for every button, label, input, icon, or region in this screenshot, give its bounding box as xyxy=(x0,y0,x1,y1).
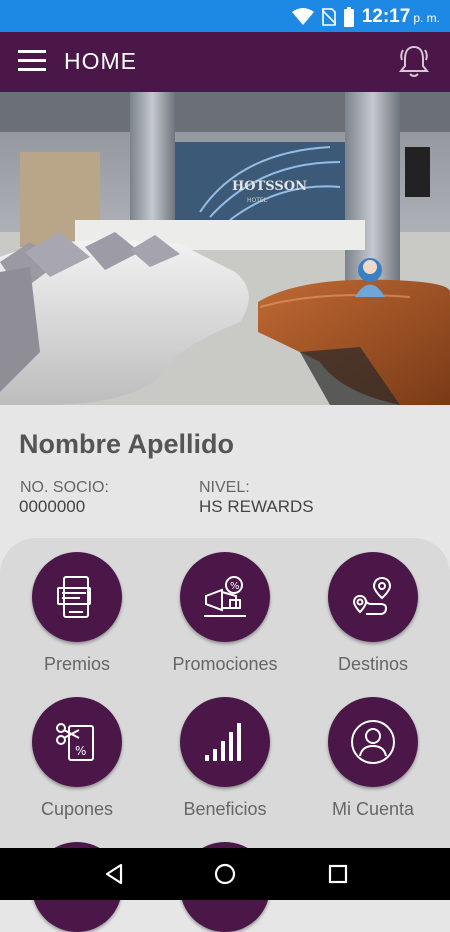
clock-time: 12:17 xyxy=(361,6,411,27)
promociones-button[interactable]: % xyxy=(180,552,270,642)
app-bar: HOME xyxy=(0,32,450,92)
menu-grid: Premios % Promociones Destinos % Cupones… xyxy=(0,538,450,932)
member-name: Nombre Apellido xyxy=(19,429,235,459)
user-account-icon xyxy=(351,720,395,764)
app-bar-title: HOME xyxy=(64,48,137,74)
bell-icon[interactable] xyxy=(398,44,430,78)
menu-icon[interactable] xyxy=(18,49,48,73)
no-sim-icon xyxy=(321,8,336,26)
hotel-sign: HOTSSON xyxy=(232,179,307,194)
destinos-button[interactable] xyxy=(328,552,418,642)
status-icons: 12:17 p. m. xyxy=(291,6,440,28)
menu-item-premios[interactable]: Premios xyxy=(2,552,152,675)
hero-image: HOTSSON HOTEL xyxy=(0,92,450,405)
route-pin-icon xyxy=(352,576,392,615)
gift-card-icon xyxy=(57,576,91,618)
member-number: 0000000 xyxy=(19,497,86,516)
level-value: HS REWARDS xyxy=(199,497,314,516)
mi-cuenta-button[interactable] xyxy=(328,697,418,787)
menu-item-mi-cuenta[interactable]: Mi Cuenta xyxy=(298,697,448,820)
recents-icon[interactable] xyxy=(326,862,350,886)
lobby-photo: HOTSSON HOTEL xyxy=(0,92,450,405)
coupon-scissors-icon: % xyxy=(56,723,94,761)
level-label: NIVEL: xyxy=(199,479,250,496)
menu-label-premios: Premios xyxy=(43,654,110,674)
status-clock: 12:17 p. m. xyxy=(362,6,440,28)
menu-item-beneficios[interactable]: Beneficios xyxy=(150,697,300,820)
menu-label-promociones: Promociones xyxy=(172,654,278,674)
menu-label-cupones: Cupones xyxy=(40,799,114,819)
system-nav-bar xyxy=(0,848,450,900)
signal-bars-icon xyxy=(205,723,241,761)
hotel-sign-sub: HOTEL xyxy=(247,197,268,204)
member-number-label: NO. SOCIO: xyxy=(20,479,109,496)
back-icon[interactable] xyxy=(102,862,126,886)
battery-icon xyxy=(343,7,354,27)
premios-button[interactable] xyxy=(32,552,122,642)
menu-item-cupones[interactable]: % Cupones xyxy=(2,697,152,820)
beneficios-button[interactable] xyxy=(180,697,270,787)
profile-section: Nombre Apellido NO. SOCIO: 0000000 NIVEL… xyxy=(0,405,450,545)
menu-item-promociones[interactable]: % Promociones xyxy=(150,552,300,675)
megaphone-percent-icon: % xyxy=(204,576,246,617)
menu-label-destinos: Destinos xyxy=(337,654,409,674)
home-icon[interactable] xyxy=(213,862,237,886)
menu-label-beneficios: Beneficios xyxy=(183,799,267,819)
clock-ampm: p. m. xyxy=(413,11,440,25)
wifi-icon xyxy=(291,8,314,25)
menu-item-destinos[interactable]: Destinos xyxy=(298,552,448,675)
svg-text:%: % xyxy=(75,744,86,758)
svg-text:%: % xyxy=(230,581,240,592)
menu-label-mi-cuenta: Mi Cuenta xyxy=(331,799,415,819)
cupones-button[interactable]: % xyxy=(32,697,122,787)
status-bar: 12:17 p. m. xyxy=(0,0,450,32)
